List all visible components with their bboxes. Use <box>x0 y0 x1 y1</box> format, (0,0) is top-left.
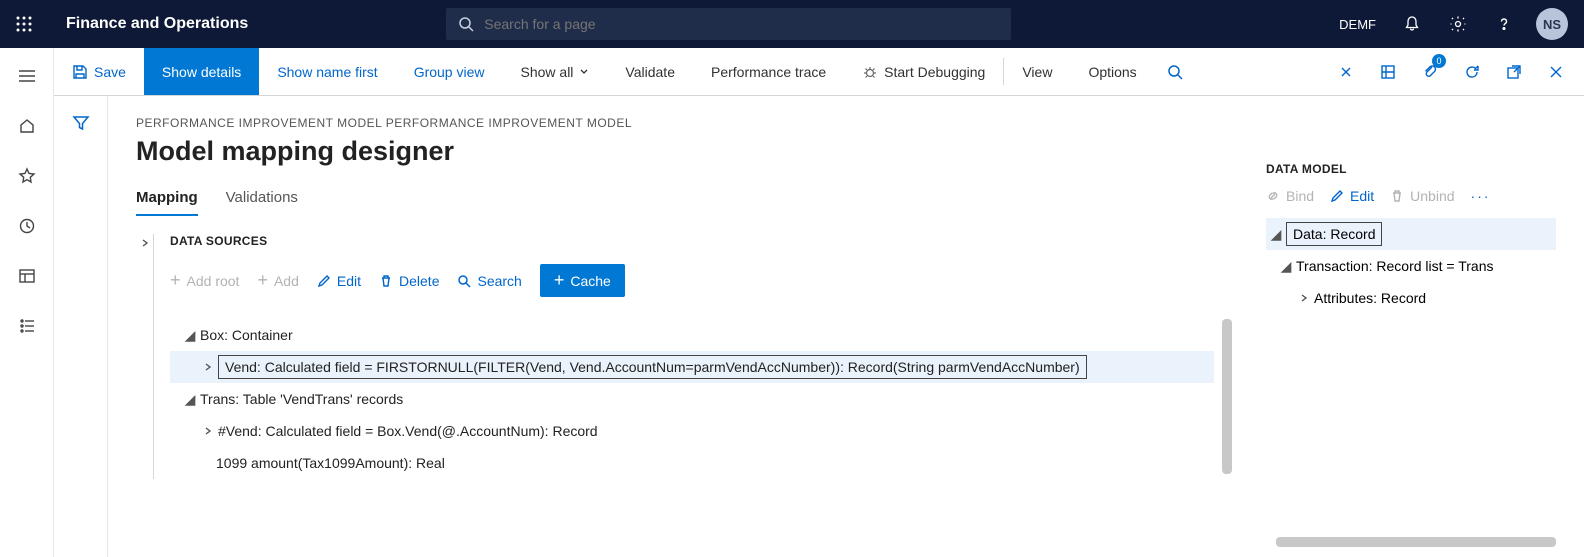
edit-button[interactable]: Edit <box>317 273 361 289</box>
filter-icon[interactable] <box>72 114 90 557</box>
popout-button[interactable] <box>1494 48 1534 96</box>
validate-button[interactable]: Validate <box>607 48 693 95</box>
delete-button[interactable]: Delete <box>379 273 439 289</box>
tab-validations[interactable]: Validations <box>226 189 298 216</box>
search-icon <box>458 16 474 32</box>
refresh-button[interactable] <box>1452 48 1492 96</box>
link-icon <box>1266 189 1280 203</box>
notifications-icon[interactable] <box>1390 0 1434 48</box>
expand-icon[interactable] <box>198 426 218 436</box>
tree-node-hashvend[interactable]: #Vend: Calculated field = Box.Vend(@.Acc… <box>170 415 1214 447</box>
collapse-icon[interactable]: ◢ <box>180 391 200 408</box>
find-button[interactable] <box>1155 48 1195 96</box>
more-button[interactable]: ··· <box>1471 188 1491 204</box>
view-menu[interactable]: View <box>1004 48 1070 95</box>
global-search[interactable] <box>446 8 1011 40</box>
tree-node-vend[interactable]: Vend: Calculated field = FIRSTORNULL(FIL… <box>170 351 1214 383</box>
dm-node-attributes[interactable]: Attributes: Record <box>1266 282 1556 314</box>
search-input[interactable] <box>484 16 999 32</box>
dm-node-transaction[interactable]: ◢ Transaction: Record list = Trans <box>1266 250 1556 282</box>
environment-label: DEMF <box>1327 17 1388 32</box>
tab-mapping[interactable]: Mapping <box>136 189 198 216</box>
waffle-icon[interactable] <box>0 0 48 48</box>
content-area: PERFORMANCE IMPROVEMENT MODEL PERFORMANC… <box>54 96 1584 557</box>
datamodel-tree: ◢ Data: Record ◢ Transaction: Record lis… <box>1266 218 1556 314</box>
dm-node-data[interactable]: ◢ Data: Record <box>1266 218 1556 250</box>
options-menu[interactable]: Options <box>1070 48 1154 95</box>
collapse-icon[interactable]: ◢ <box>180 327 200 344</box>
attachments-button[interactable]: 0 <box>1410 48 1450 96</box>
settings-icon[interactable] <box>1436 0 1480 48</box>
pencil-icon <box>317 274 331 288</box>
chevron-down-icon <box>579 67 589 77</box>
show-all-dropdown[interactable]: Show all <box>503 48 608 95</box>
modules-icon[interactable] <box>7 312 47 340</box>
vertical-scrollbar[interactable] <box>1222 319 1232 474</box>
start-debugging-button[interactable]: Start Debugging <box>844 48 1003 95</box>
tree-node-tax[interactable]: 1099 amount(Tax1099Amount): Real <box>170 447 1214 479</box>
datasources-title: DATA SOURCES <box>170 234 1214 248</box>
link-button[interactable] <box>1326 48 1366 96</box>
tree-node-trans[interactable]: ◢ Trans: Table 'VendTrans' records <box>170 383 1214 415</box>
left-rail <box>0 48 54 557</box>
datasources-tree: ◢ Box: Container Vend: Calculated field … <box>170 319 1214 479</box>
save-icon <box>72 64 88 80</box>
collapse-icon[interactable]: ◢ <box>1276 258 1296 275</box>
workspaces-icon[interactable] <box>7 262 47 290</box>
performance-trace-button[interactable]: Performance trace <box>693 48 844 95</box>
home-icon[interactable] <box>7 112 47 140</box>
edit-button-dm[interactable]: Edit <box>1330 188 1374 204</box>
collapse-types-panel[interactable] <box>136 234 154 479</box>
close-icon <box>1549 65 1563 79</box>
attachments-badge: 0 <box>1432 54 1446 68</box>
recent-icon[interactable] <box>7 212 47 240</box>
trash-icon <box>379 274 393 288</box>
user-avatar[interactable]: NS <box>1536 8 1568 40</box>
expand-icon[interactable] <box>1294 293 1314 303</box>
cache-button[interactable]: +Cache <box>540 264 625 297</box>
show-details-button[interactable]: Show details <box>144 48 259 95</box>
bug-icon <box>862 64 878 80</box>
pencil-icon <box>1330 189 1344 203</box>
breadcrumb: PERFORMANCE IMPROVEMENT MODEL PERFORMANC… <box>136 116 1556 130</box>
collapse-icon[interactable]: ◢ <box>1266 226 1286 243</box>
app-title: Finance and Operations <box>48 15 266 33</box>
group-view-button[interactable]: Group view <box>396 48 503 95</box>
search-icon <box>1167 64 1183 80</box>
search-button[interactable]: Search <box>457 273 521 289</box>
filter-column <box>54 96 108 557</box>
bind-button[interactable]: Bind <box>1266 188 1314 204</box>
favorites-icon[interactable] <box>7 162 47 190</box>
office-button[interactable] <box>1368 48 1408 96</box>
hamburger-icon[interactable] <box>7 62 47 90</box>
expand-icon[interactable] <box>198 362 218 372</box>
add-button[interactable]: +Add <box>257 270 298 291</box>
add-root-button[interactable]: +Add root <box>170 270 239 291</box>
datamodel-panel: DATA MODEL Bind Edit Unbind ··· ◢ <box>1266 162 1556 314</box>
close-button[interactable] <box>1536 48 1576 96</box>
tree-node-box[interactable]: ◢ Box: Container <box>170 319 1214 351</box>
help-icon[interactable] <box>1482 0 1526 48</box>
save-button[interactable]: Save <box>54 48 144 95</box>
command-bar: Save Show details Show name first Group … <box>0 48 1584 96</box>
horizontal-scrollbar[interactable] <box>1276 537 1556 547</box>
datamodel-title: DATA MODEL <box>1266 162 1556 176</box>
show-name-first-button[interactable]: Show name first <box>259 48 395 95</box>
unbind-button[interactable]: Unbind <box>1390 188 1454 204</box>
search-icon <box>457 274 471 288</box>
top-bar: Finance and Operations DEMF NS <box>0 0 1584 48</box>
trash-icon <box>1390 189 1404 203</box>
